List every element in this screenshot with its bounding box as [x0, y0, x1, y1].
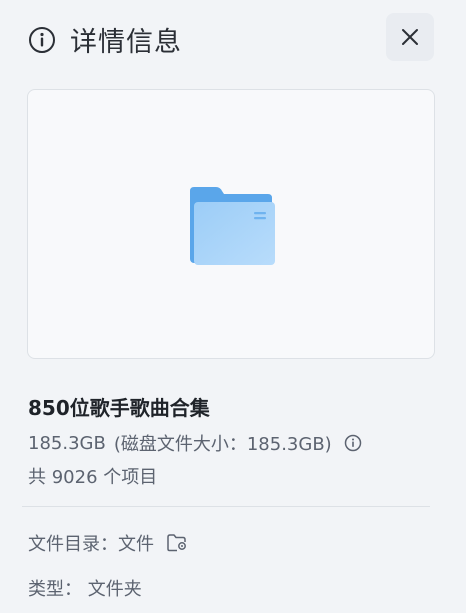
type-value: 文件夹: [87, 579, 142, 600]
folder-locate-icon[interactable]: [166, 533, 188, 553]
type-row: 类型： 文件夹: [28, 575, 142, 601]
type-label: 类型：: [28, 579, 82, 600]
file-name: 850位歌手歌曲合集: [28, 396, 210, 420]
directory-row: 文件目录： 文件: [28, 530, 188, 556]
file-preview: [27, 89, 435, 359]
directory-label: 文件目录：: [28, 534, 118, 555]
info-circle-icon[interactable]: [344, 434, 362, 452]
divider: [22, 506, 430, 507]
folder-icon: [190, 187, 275, 265]
close-icon: [402, 29, 418, 45]
directory-value[interactable]: 文件: [118, 530, 154, 556]
file-size: 185.3GB: [28, 432, 106, 454]
item-count: 共 9026 个项目: [28, 467, 158, 488]
info-circle-icon: [29, 26, 55, 53]
details-panel: 详情信息 850位歌手歌曲合集 185.3GB (磁盘文件大小：185.3GB): [0, 0, 466, 613]
size-info: 185.3GB (磁盘文件大小：185.3GB): [28, 430, 362, 456]
close-button[interactable]: [386, 13, 434, 61]
disk-size-note: (磁盘文件大小：185.3GB): [113, 434, 332, 455]
panel-title: 详情信息: [70, 27, 182, 58]
panel-header: 详情信息: [28, 20, 182, 59]
